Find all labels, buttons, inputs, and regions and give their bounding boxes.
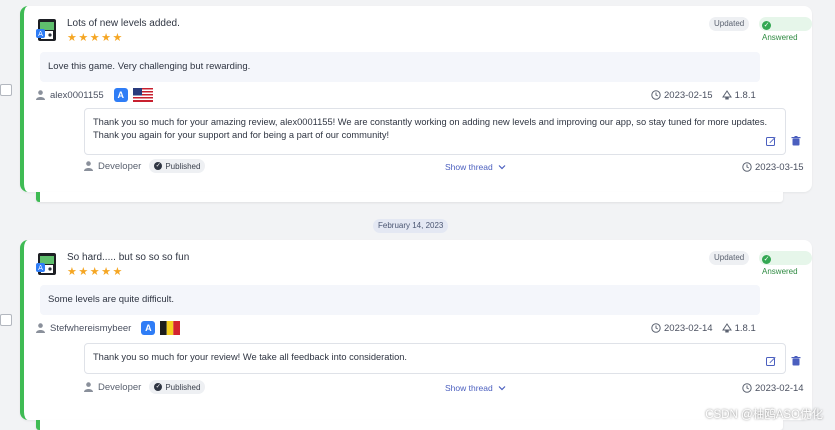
check-icon: ✓ (154, 383, 163, 391)
thread-stack-edge (36, 192, 783, 202)
review-title: So hard..... but so so so fun (67, 252, 190, 263)
review-text: Love this game. Very challenging but rew… (48, 61, 251, 72)
version-icon (721, 90, 732, 100)
show-thread-link[interactable]: Show thread (445, 383, 506, 393)
published-badge: ✓ Published (149, 159, 206, 173)
chevron-down-icon (498, 165, 506, 170)
app-store-icon: A (141, 321, 156, 335)
reply-author: Developer (98, 381, 142, 393)
edit-icon[interactable] (766, 356, 776, 366)
app-icon: A (36, 253, 56, 275)
author-row: Stefwhereismybeer A (36, 320, 181, 336)
thread-stack-edge (36, 420, 783, 430)
author-name[interactable]: Stefwhereismybeer (50, 323, 131, 334)
developer-row: Developer ✓ Published (84, 159, 206, 173)
star-rating: ★★★★★ (67, 266, 124, 278)
developer-row: Developer ✓ Published (84, 380, 206, 394)
select-checkbox[interactable] (0, 314, 12, 326)
reply-date: 2023-03-15 (755, 161, 804, 173)
published-label: Published (165, 161, 201, 171)
reply-author: Developer (98, 160, 142, 172)
answered-badge: ✓ Answered (759, 17, 812, 42)
updated-badge: Updated (709, 17, 750, 31)
belgium-flag-icon (160, 321, 181, 335)
app-icon: A (36, 19, 56, 41)
reply-box: Thank you so much for your amazing revie… (84, 108, 786, 155)
show-thread-label: Show thread (445, 383, 493, 393)
review-card: A So hard..... but so so so fun ★★★★★ Up… (20, 240, 812, 420)
watermark: CSDN @柚鸥ASO优化 (705, 409, 823, 421)
edit-icon[interactable] (766, 136, 776, 146)
version-icon (721, 323, 732, 333)
us-flag-icon (132, 88, 153, 102)
review-date: 2023-02-15 (664, 89, 713, 101)
app-store-icon: A (113, 88, 128, 102)
answered-label: Answered (762, 267, 798, 276)
show-thread-link[interactable]: Show thread (445, 162, 506, 172)
review-date: 2023-02-14 (664, 322, 713, 334)
trash-icon[interactable] (791, 356, 801, 366)
updated-badge: Updated (709, 251, 750, 265)
chevron-down-icon (498, 386, 506, 391)
clock-icon (651, 90, 661, 100)
review-body: Some levels are quite difficult. (40, 285, 760, 315)
answered-badge: ✓ Answered (759, 251, 812, 276)
review-meta: 2023-02-14 1.8.1 (651, 322, 756, 334)
check-icon: ✓ (154, 162, 163, 170)
person-icon (36, 90, 45, 100)
review-meta: 2023-02-15 1.8.1 (651, 89, 756, 101)
review-card: A Lots of new levels added. ★★★★★ Update… (20, 6, 812, 192)
answered-label: Answered (762, 33, 798, 42)
published-label: Published (165, 382, 201, 392)
check-icon: ✓ (762, 21, 771, 30)
check-icon: ✓ (762, 255, 771, 264)
star-rating: ★★★★★ (67, 32, 124, 44)
author-row: alex0001155 A (36, 87, 153, 103)
reply-date: 2023-02-14 (755, 382, 804, 394)
trash-icon[interactable] (791, 136, 801, 146)
review-title: Lots of new levels added. (67, 18, 180, 29)
author-name[interactable]: alex0001155 (50, 90, 104, 101)
app-version: 1.8.1 (734, 322, 756, 334)
reply-box: Thank you so much for your review! We ta… (84, 343, 786, 374)
reply-text: Thank you so much for your amazing revie… (93, 117, 768, 140)
date-separator: February 14, 2023 (373, 219, 449, 233)
clock-icon (742, 383, 752, 393)
review-text: Some levels are quite difficult. (48, 294, 175, 305)
reply-meta: 2023-03-15 (742, 161, 804, 173)
clock-icon (742, 162, 752, 172)
person-icon (36, 323, 45, 333)
show-thread-label: Show thread (445, 162, 493, 172)
app-version: 1.8.1 (734, 89, 756, 101)
published-badge: ✓ Published (149, 380, 206, 394)
person-icon (84, 382, 93, 392)
clock-icon (651, 323, 661, 333)
review-body: Love this game. Very challenging but rew… (40, 52, 760, 82)
select-checkbox[interactable] (0, 84, 12, 96)
reply-text: Thank you so much for your review! We ta… (93, 352, 408, 362)
svg-text:A: A (38, 264, 43, 272)
person-icon (84, 161, 93, 171)
reply-meta: 2023-02-14 (742, 382, 804, 394)
svg-text:A: A (38, 30, 43, 38)
